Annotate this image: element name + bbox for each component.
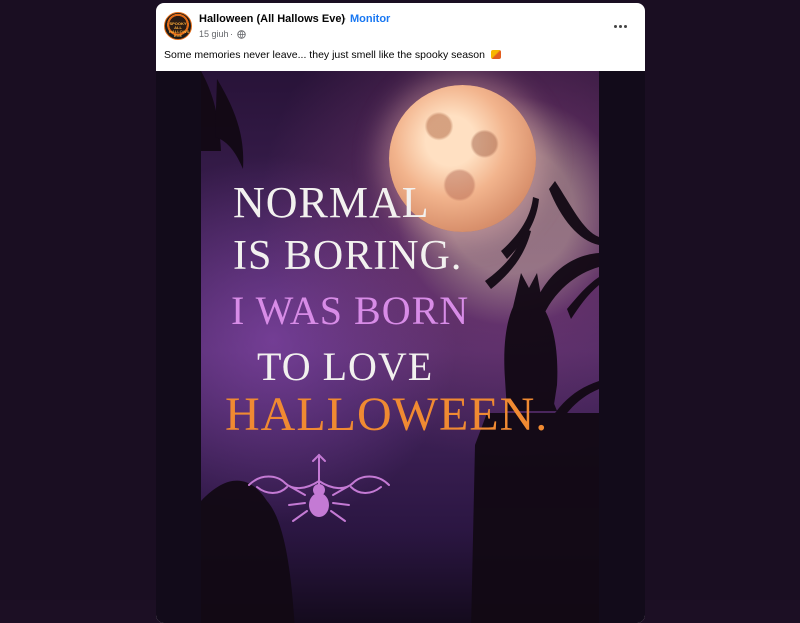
globe-icon: [237, 30, 246, 39]
follow-link[interactable]: Monitor: [350, 13, 390, 25]
fire-leaf-icon: [490, 50, 501, 59]
post-header: SPOOKY ALL HALLOWS EVE Halloween (All Ha…: [156, 3, 645, 69]
facebook-post-card: SPOOKY ALL HALLOWS EVE Halloween (All Ha…: [156, 3, 645, 623]
quote-line-born: I WAS BORN: [231, 288, 470, 333]
page-avatar[interactable]: SPOOKY ALL HALLOWS EVE: [164, 12, 192, 40]
caption-text: Some memories never leave... they just s…: [164, 49, 485, 61]
post-media[interactable]: NORMAL IS BORING. I WAS BORN TO LOVE HAL…: [156, 71, 645, 623]
post-caption: Some memories never leave... they just s…: [164, 49, 501, 61]
avatar-logo-text: SPOOKY ALL HALLOWS EVE: [169, 21, 190, 38]
post-date[interactable]: 15 giuh: [199, 29, 229, 39]
meta-separator: ·: [230, 29, 233, 39]
poster-quote: NORMAL IS BORING. I WAS BORN TO LOVE HAL…: [201, 71, 599, 623]
quote-line-halloween: HALLOWEEN.: [225, 388, 549, 441]
quote-line-love: TO LOVE: [257, 344, 434, 389]
quote-line-normal: NORMAL: [233, 178, 430, 227]
halloween-poster-image[interactable]: NORMAL IS BORING. I WAS BORN TO LOVE HAL…: [201, 71, 599, 623]
header-separator: ·: [343, 13, 347, 25]
page-name-link[interactable]: Halloween (All Hallows Eve): [199, 13, 345, 25]
quote-line-boring: IS BORING.: [233, 233, 463, 279]
more-horizontal-icon: [613, 24, 627, 28]
spider-ornament: [248, 453, 390, 522]
more-options-button[interactable]: [609, 17, 631, 35]
